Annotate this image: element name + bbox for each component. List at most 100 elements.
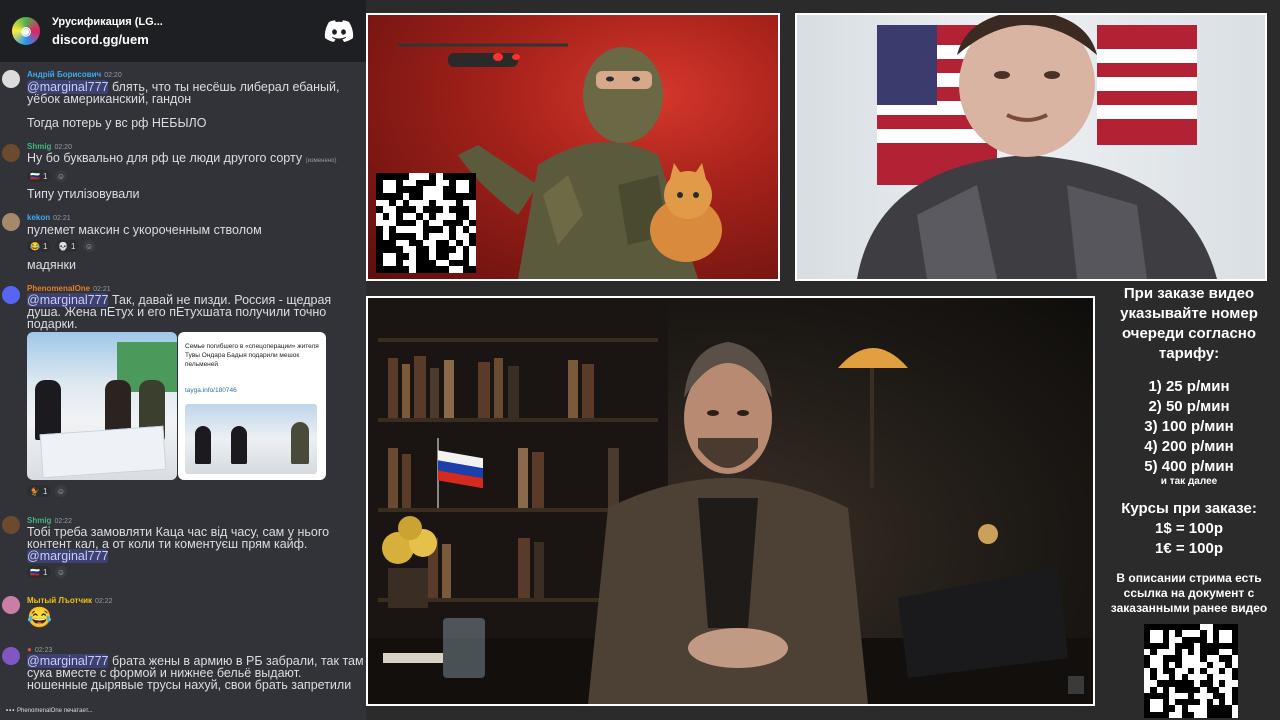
avatar[interactable] [2, 516, 20, 534]
qr-module [383, 180, 390, 187]
avatar[interactable] [2, 144, 20, 162]
message-text: @marginal777 блять, что ты несёшь либера… [27, 80, 364, 105]
qr-module [462, 246, 470, 253]
message-author[interactable]: Андрій Борисович 02:20 [27, 70, 122, 79]
qr-module [409, 253, 416, 260]
qr-module [382, 212, 390, 220]
poster-artwork-panel [366, 13, 780, 281]
qr-module [435, 252, 443, 260]
reaction-chip[interactable]: 😂 1 [27, 240, 51, 252]
message-author[interactable]: Shmig 02:22 [27, 516, 72, 525]
message-author[interactable]: kekon 02:21 [27, 213, 71, 222]
tariff-item: 4) 200 р/мин [1144, 438, 1234, 455]
avatar[interactable] [2, 596, 20, 614]
qr-module [415, 239, 423, 247]
avatar[interactable] [2, 647, 20, 665]
qr-module [389, 192, 396, 200]
qr-module [463, 233, 470, 240]
message-author[interactable]: Мытый Лъотчик 02:22 [27, 596, 113, 605]
message-author[interactable]: Shmig 02:20 [27, 142, 72, 151]
qr-module [383, 253, 390, 260]
qr-module [429, 179, 436, 187]
qr-module [449, 232, 456, 240]
message-text: @marginal777 Так, давай не пизди. Россия… [27, 293, 364, 330]
reaction-chip[interactable]: 🇷🇺 1 [27, 170, 51, 182]
qr-module [389, 180, 396, 187]
add-reaction-icon[interactable]: ☺ [55, 170, 67, 182]
qr-module [436, 186, 443, 193]
qr-module [423, 240, 430, 247]
avatar[interactable] [2, 286, 20, 304]
qr-module [449, 240, 456, 247]
qr-module [415, 252, 423, 260]
qr-module [382, 173, 390, 180]
qr-module [402, 186, 410, 193]
qr-module [409, 192, 416, 200]
reaction-chip[interactable]: 💀 1 [55, 240, 79, 252]
qr-module [422, 266, 430, 273]
typing-user: PhenomenalOne [16, 708, 63, 714]
qr-module [429, 246, 436, 253]
photo-person [195, 426, 211, 464]
qr-module [415, 259, 423, 267]
server-invite-link[interactable]: discord.gg/uem [52, 32, 312, 47]
qr-module [403, 240, 410, 247]
qr-module [376, 259, 383, 267]
qr-module [469, 206, 476, 213]
qr-module [416, 206, 423, 213]
reaction-chip[interactable]: 🐓 1 [27, 485, 51, 497]
message-text: @marginal777 брата жены в армию в РБ заб… [27, 654, 364, 691]
qr-module [395, 179, 403, 187]
message-text: пулемет максин с укороченным стволом [27, 223, 262, 237]
avatar[interactable] [2, 70, 20, 88]
message-author[interactable]: ● 02:23 [27, 645, 52, 654]
qr-module [469, 253, 476, 260]
qr-module [463, 200, 470, 207]
qr-module [389, 239, 396, 247]
qr-module [442, 266, 450, 273]
qr-module [402, 266, 410, 273]
rate-item: 1$ = 100р [1155, 520, 1223, 537]
timestamp: 02:21 [93, 286, 111, 293]
qr-module [383, 226, 390, 233]
photo-person [231, 426, 247, 464]
embed-link[interactable]: tayga.info/180746 [185, 387, 237, 394]
qr-module [409, 266, 416, 273]
qr-module [429, 259, 436, 267]
server-icon[interactable]: ◉ [12, 17, 40, 45]
message-followup: Типу утилізовували [27, 187, 140, 201]
avatar[interactable] [2, 213, 20, 231]
reaction-chip[interactable]: 🇷🇺 1 [27, 566, 51, 578]
message-author[interactable]: PhenomenalOne 02:21 [27, 284, 111, 293]
qr-module [436, 200, 443, 207]
qr-module [442, 219, 450, 227]
qr-module [395, 246, 403, 253]
qr-module [462, 173, 470, 180]
qr-module [456, 246, 463, 253]
timestamp: 02:22 [95, 598, 113, 605]
main-video-player[interactable] [366, 296, 1095, 706]
qr-module [395, 212, 403, 220]
add-reaction-icon[interactable]: ☺ [83, 240, 95, 252]
qr-module [383, 233, 390, 240]
reaction-emoji: 😂 [30, 241, 40, 251]
qr-module [376, 186, 383, 193]
qr-module [389, 246, 396, 253]
qr-module [436, 173, 443, 180]
qr-module [382, 246, 390, 253]
qr-module [436, 233, 443, 240]
qr-module [389, 199, 396, 207]
add-reaction-icon[interactable]: ☺ [55, 485, 67, 497]
qr-module [422, 226, 430, 233]
qr-module [429, 173, 436, 180]
tariff-item: 3) 100 р/мин [1144, 418, 1234, 435]
qr-module [429, 199, 436, 207]
qr-module [409, 213, 416, 220]
link-embed-card[interactable]: Семье погибшего в «спецоперации» жителя … [178, 332, 326, 480]
qr-module [436, 193, 443, 200]
attachment-image[interactable] [27, 332, 177, 480]
qr-module [429, 220, 436, 227]
timestamp: 02:23 [34, 647, 53, 654]
user-mention[interactable]: @marginal777 [27, 549, 109, 563]
add-reaction-icon[interactable]: ☺ [55, 566, 67, 578]
